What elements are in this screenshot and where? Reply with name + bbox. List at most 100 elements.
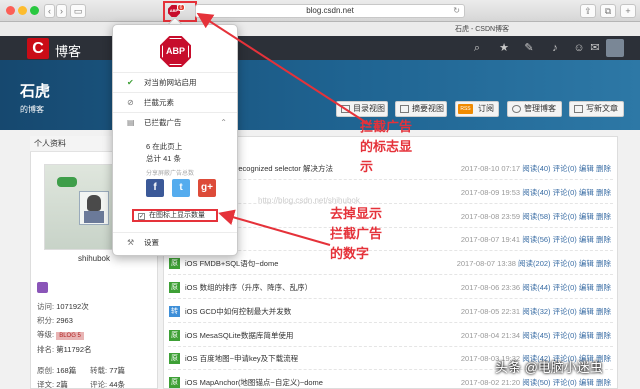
page-title[interactable]: 石虎 - CSDN博客 bbox=[455, 24, 509, 34]
post-edit-link[interactable]: 编辑 bbox=[579, 188, 594, 197]
pen-icon bbox=[574, 105, 583, 113]
post-reads[interactable]: 阅读(50) bbox=[522, 378, 550, 387]
post-delete-link[interactable]: 删除 bbox=[596, 283, 611, 292]
back-button[interactable]: ‹ bbox=[44, 4, 55, 18]
post-comments[interactable]: 评论(0) bbox=[553, 188, 577, 197]
show-count-checkbox[interactable]: ✓ bbox=[138, 213, 145, 220]
post-comments[interactable]: 评论(0) bbox=[553, 283, 577, 292]
post-meta: 2017-08-02 21:20 阅读(50) 评论(0) 编辑 删除 bbox=[461, 377, 611, 388]
post-reads[interactable]: 阅读(40) bbox=[522, 164, 550, 173]
post-delete-link[interactable]: 删除 bbox=[596, 331, 611, 340]
post-type-badge: 原 bbox=[169, 258, 180, 270]
reload-icon[interactable]: ↻ bbox=[453, 5, 460, 17]
address-bar[interactable]: blog.csdn.net ↻ bbox=[195, 4, 465, 18]
write-article-button[interactable]: 写新文章 bbox=[569, 101, 624, 117]
message-icon[interactable]: ✉ bbox=[588, 41, 602, 55]
post-delete-link[interactable]: 删除 bbox=[596, 235, 611, 244]
edit-icon[interactable]: ✎ bbox=[522, 41, 536, 55]
table-row[interactable]: 原 iOS FMDB+SQL语句~dome 2017-08-07 13:38 阅读(… bbox=[168, 253, 613, 276]
post-comments[interactable]: 评论(0) bbox=[553, 378, 577, 387]
rss-icon: RSS bbox=[458, 104, 473, 114]
post-delete-link[interactable]: 删除 bbox=[596, 307, 611, 316]
post-date: 2017-08-02 21:20 bbox=[460, 378, 521, 388]
post-comments[interactable]: 评论(0) bbox=[553, 307, 577, 316]
stat-repost-value: 77篇 bbox=[109, 366, 126, 375]
post-edit-link[interactable]: 编辑 bbox=[579, 378, 594, 387]
minimize-window-button[interactable] bbox=[18, 6, 27, 15]
post-meta: 2017-08-07 13:38 阅读(202) 评论(0) 编辑 删除 bbox=[457, 258, 611, 269]
manage-blog-button[interactable]: 管理博客 bbox=[507, 101, 562, 117]
twitter-share-button[interactable]: t bbox=[172, 179, 190, 197]
new-tab-button[interactable]: + bbox=[620, 4, 636, 18]
share-icon[interactable]: ⇪ bbox=[580, 4, 596, 18]
post-reads[interactable]: 阅读(44) bbox=[522, 283, 550, 292]
subscribe-button[interactable]: RSS 订阅 bbox=[455, 101, 499, 117]
search-icon[interactable]: ⌕ bbox=[470, 41, 484, 55]
post-edit-link[interactable]: 编辑 bbox=[579, 164, 594, 173]
blog-title[interactable]: 石虎 bbox=[20, 80, 50, 101]
stat-rank-label: 排名: bbox=[37, 345, 55, 354]
share-label: 分享屏蔽广告总数 bbox=[146, 171, 195, 177]
csdn-nav-bar bbox=[0, 36, 640, 60]
post-reads[interactable]: 阅读(58) bbox=[522, 212, 550, 221]
post-comments[interactable]: 评论(0) bbox=[553, 259, 577, 268]
enabled-on-site-toggle[interactable]: ✔ 对当前网站启用 bbox=[113, 72, 237, 92]
post-comments[interactable]: 评论(0) bbox=[553, 212, 577, 221]
post-delete-link[interactable]: 删除 bbox=[596, 164, 611, 173]
post-title[interactable]: iOS FMDB+SQL语句~dome bbox=[185, 258, 278, 269]
nav-avatar[interactable] bbox=[606, 39, 624, 57]
post-reads[interactable]: 阅读(45) bbox=[522, 331, 550, 340]
post-comments[interactable]: 评论(0) bbox=[553, 331, 577, 340]
sidebar-toggle-icon[interactable]: ▭ bbox=[70, 4, 86, 18]
post-edit-link[interactable]: 编辑 bbox=[579, 331, 594, 340]
list-icon bbox=[341, 105, 350, 113]
post-reads[interactable]: 阅读(202) bbox=[518, 259, 551, 268]
post-delete-link[interactable]: 删除 bbox=[596, 259, 611, 268]
block-element-label: 拦截元素 bbox=[144, 98, 174, 107]
post-comments[interactable]: 评论(0) bbox=[553, 235, 577, 244]
bell-icon[interactable]: ♪ bbox=[548, 41, 562, 55]
post-edit-link[interactable]: 编辑 bbox=[579, 212, 594, 221]
post-title[interactable]: iOS 数组的排序（升序、降序、乱序） bbox=[185, 282, 312, 293]
star-icon[interactable]: ★ bbox=[497, 41, 511, 55]
post-title[interactable]: iOS MesaSQLite数据库简单使用 bbox=[185, 330, 293, 341]
post-delete-link[interactable]: 删除 bbox=[596, 378, 611, 387]
post-edit-link[interactable]: 编辑 bbox=[579, 259, 594, 268]
post-title[interactable]: iOS 百度地图~申请key及下载流程 bbox=[185, 353, 298, 364]
table-row[interactable]: 原 iOS 数组的排序（升序、降序、乱序） 2017-08-06 23:36 阅读(… bbox=[168, 277, 613, 299]
facebook-share-button[interactable]: f bbox=[146, 179, 164, 197]
post-date: 2017-08-05 22:31 bbox=[460, 306, 521, 316]
close-window-button[interactable] bbox=[6, 6, 15, 15]
googleplus-share-button[interactable]: g+ bbox=[198, 179, 216, 197]
csdn-logo[interactable]: C bbox=[27, 38, 49, 59]
stat-repost: 转载: 77篇 bbox=[90, 365, 125, 376]
show-count-option[interactable]: ✓ 在图标上显示数量 bbox=[132, 209, 218, 222]
post-delete-link[interactable]: 删除 bbox=[596, 188, 611, 197]
summary-view-button[interactable]: 摘要视图 bbox=[395, 101, 447, 117]
zoom-window-button[interactable] bbox=[30, 6, 39, 15]
tabs-icon[interactable]: ⧉ bbox=[600, 4, 616, 18]
post-comments[interactable]: 评论(0) bbox=[553, 164, 577, 173]
post-reads[interactable]: 阅读(32) bbox=[522, 307, 550, 316]
blocked-ads-section[interactable]: ▤ 已拦截广告 ⌃ bbox=[113, 112, 237, 136]
catalog-view-button[interactable]: 目录视图 bbox=[336, 101, 388, 117]
post-edit-link[interactable]: 编辑 bbox=[579, 235, 594, 244]
post-delete-link[interactable]: 删除 bbox=[596, 212, 611, 221]
post-reads[interactable]: 阅读(56) bbox=[522, 235, 550, 244]
post-edit-link[interactable]: 编辑 bbox=[579, 307, 594, 316]
block-element-button[interactable]: ⊘ 拦截元素 bbox=[113, 92, 237, 112]
post-title[interactable]: iOS MapAnchor(地图锚点~自定义)~dome bbox=[185, 377, 323, 388]
csdn-logo-text[interactable]: 博客 bbox=[55, 41, 81, 60]
stat-translated: 译文: 2篇 bbox=[37, 379, 68, 389]
stat-comments: 评论: 44条 bbox=[90, 379, 125, 389]
post-reads[interactable]: 阅读(40) bbox=[522, 188, 550, 197]
tab-bar: 石虎 - CSDN博客 bbox=[0, 22, 640, 36]
settings-button[interactable]: ⚒ 设置 bbox=[113, 232, 237, 254]
user-icon[interactable]: ☺ bbox=[572, 41, 586, 55]
table-row[interactable]: 转 iOS GCD中如何控制最大并发数 2017-08-05 22:31 阅读(32… bbox=[168, 301, 613, 323]
forward-button[interactable]: › bbox=[56, 4, 67, 18]
post-edit-link[interactable]: 编辑 bbox=[579, 283, 594, 292]
post-date: 2017-08-08 23:59 bbox=[460, 211, 521, 221]
table-row[interactable]: 原 iOS MesaSQLite数据库简单使用 2017-08-04 21:34 阅… bbox=[168, 325, 613, 347]
post-title[interactable]: iOS GCD中如何控制最大并发数 bbox=[185, 306, 291, 317]
